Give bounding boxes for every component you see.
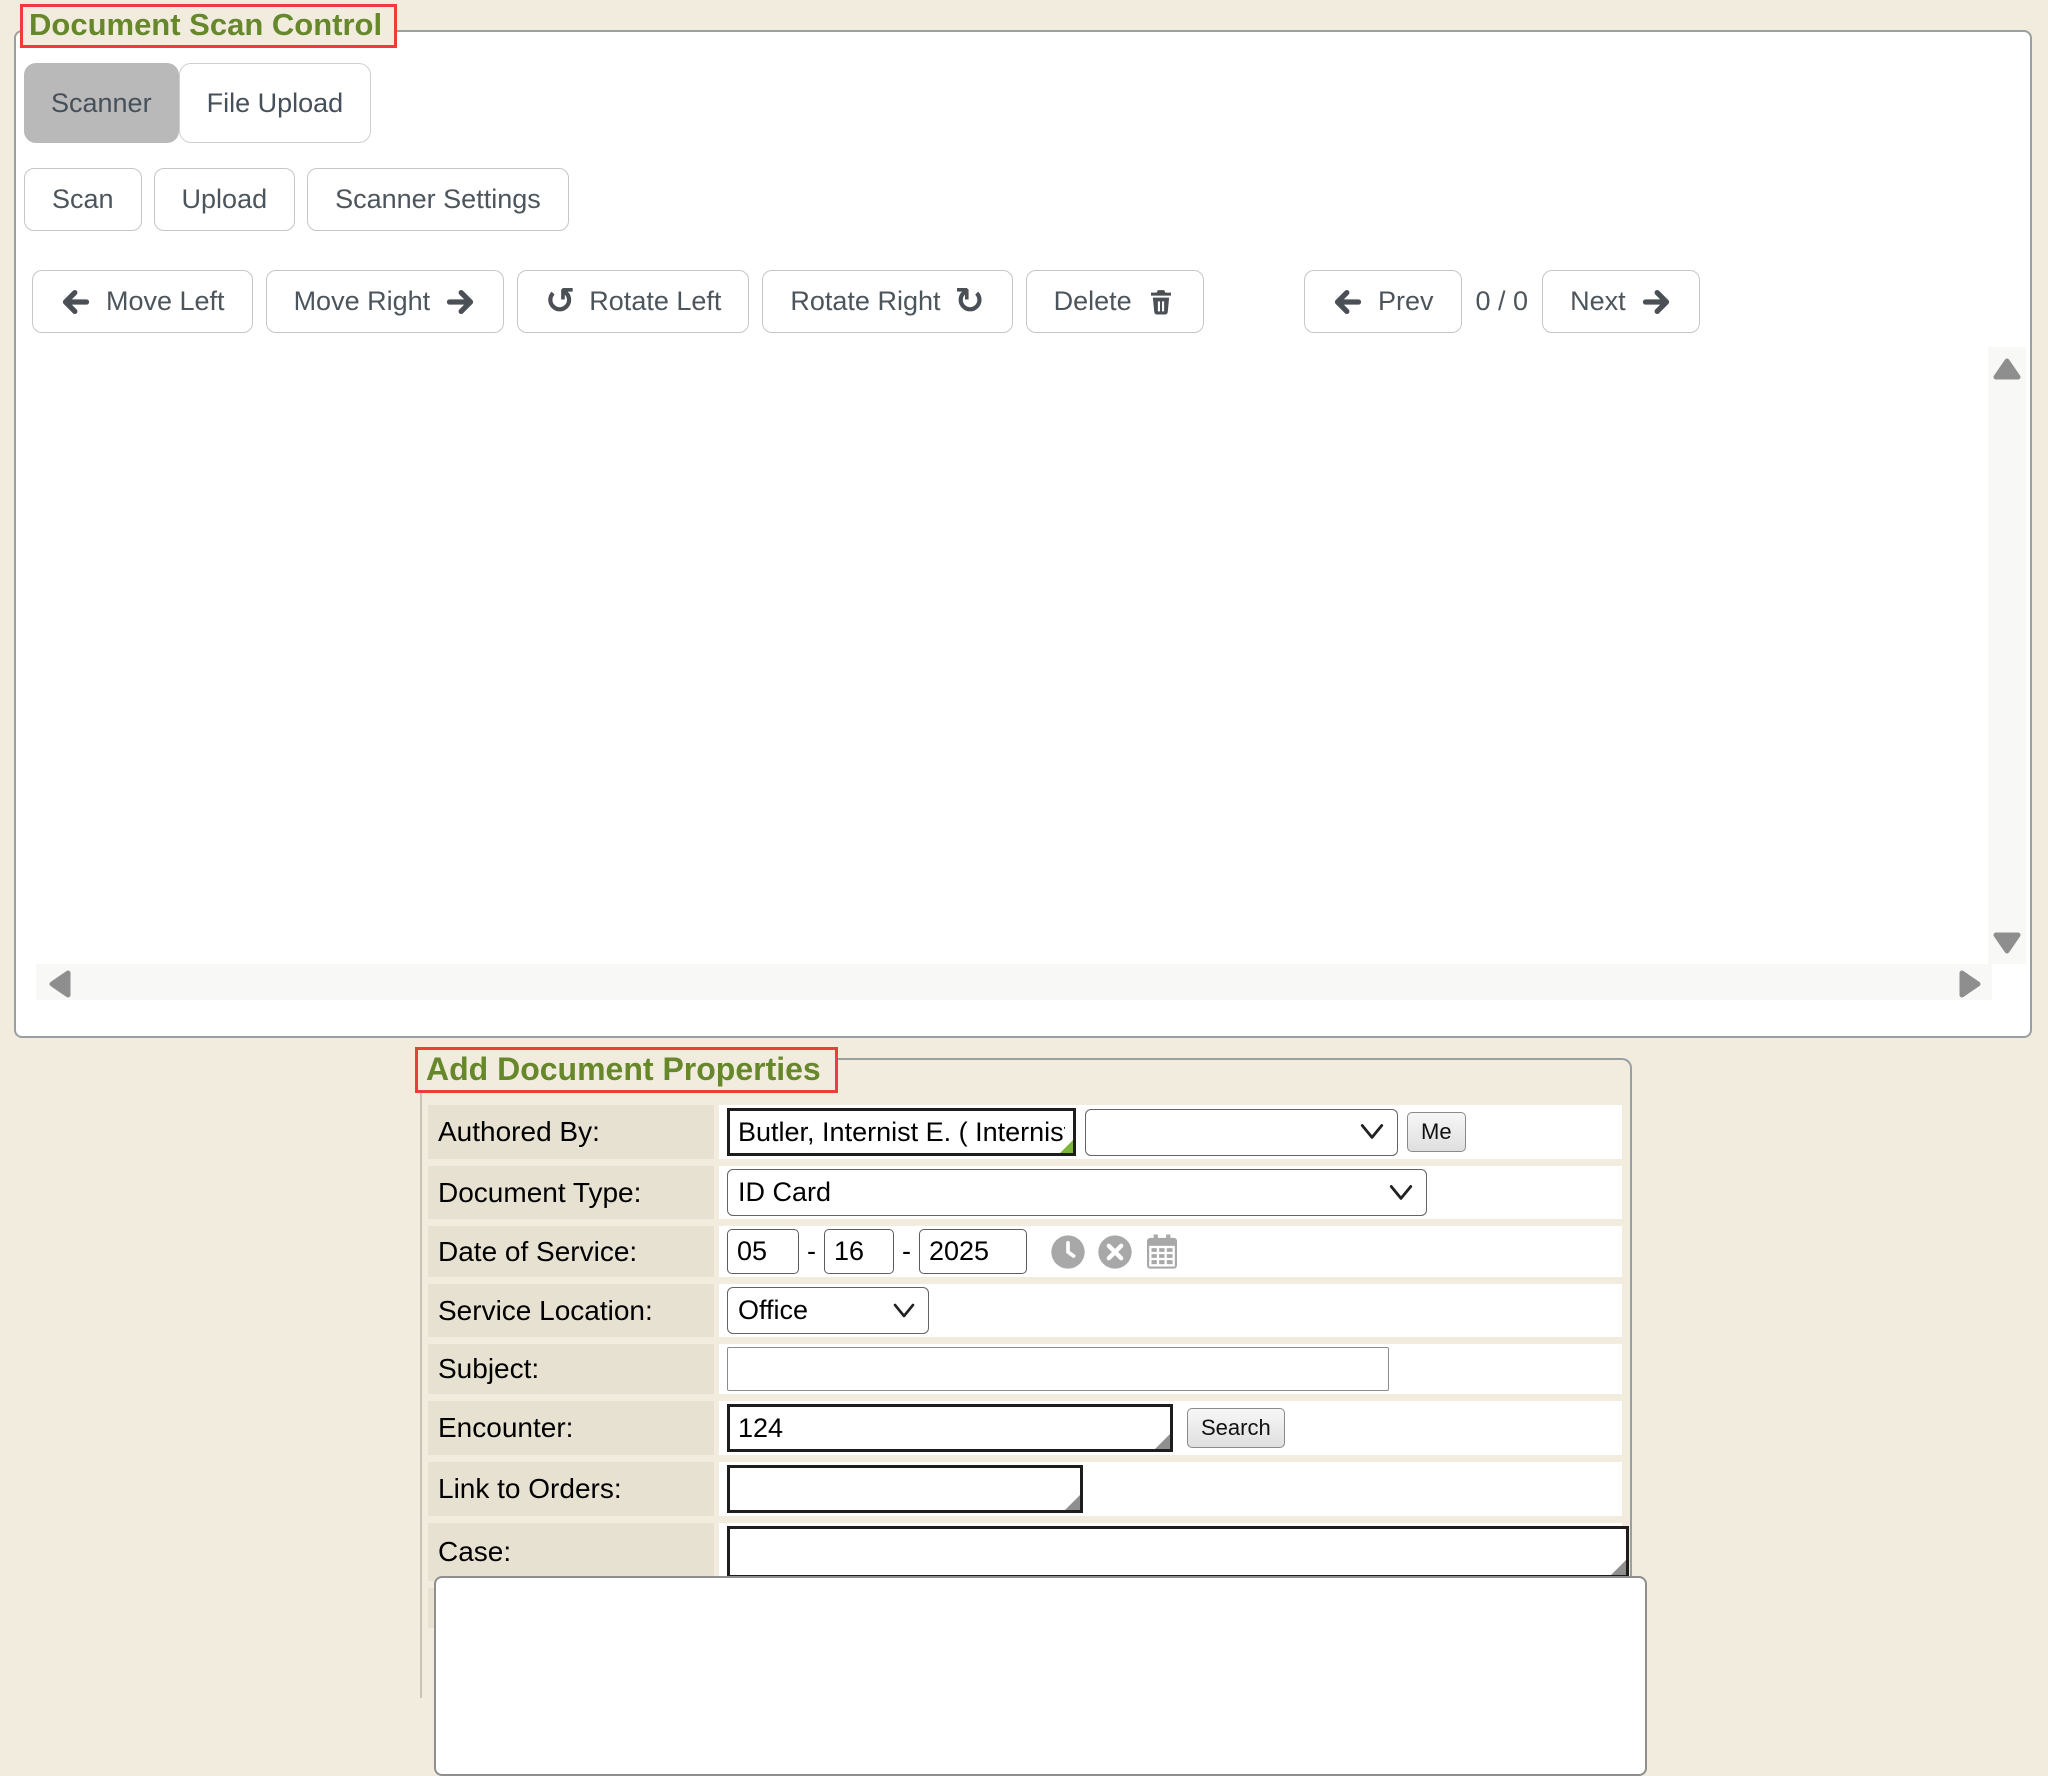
table-row-encounter: Encounter: Search bbox=[428, 1401, 1622, 1455]
scan-action-buttons: Scan Upload Scanner Settings bbox=[24, 168, 569, 231]
encounter-input[interactable] bbox=[730, 1407, 1170, 1449]
move-left-button[interactable]: Move Left bbox=[32, 270, 253, 333]
scanner-settings-button[interactable]: Scanner Settings bbox=[307, 168, 569, 231]
vertical-scrollbar[interactable] bbox=[1988, 347, 2026, 964]
date-of-service-label: Date of Service: bbox=[428, 1226, 714, 1277]
service-location-label: Service Location: bbox=[428, 1284, 714, 1337]
resize-grip-icon[interactable] bbox=[1155, 1434, 1170, 1449]
service-location-select[interactable]: Office bbox=[727, 1287, 929, 1334]
rotate-right-button[interactable]: Rotate Right ↻ bbox=[762, 270, 1012, 333]
calendar-icon[interactable] bbox=[1142, 1232, 1182, 1272]
move-left-label: Move Left bbox=[106, 286, 225, 317]
authored-by-select[interactable] bbox=[1085, 1109, 1398, 1156]
table-row-service-location: Service Location: Office bbox=[428, 1284, 1622, 1337]
table-row-document-type: Document Type: ID Card bbox=[428, 1166, 1622, 1219]
subject-label: Subject: bbox=[428, 1344, 714, 1394]
chevron-down-icon bbox=[892, 1303, 916, 1319]
next-label: Next bbox=[1570, 286, 1626, 317]
scan-control-legend-text: Document Scan Control bbox=[29, 7, 382, 43]
document-type-value: ID Card bbox=[738, 1177, 831, 1208]
rotate-left-label: Rotate Left bbox=[589, 286, 721, 317]
scanner-settings-label: Scanner Settings bbox=[335, 184, 541, 215]
link-to-orders-input[interactable] bbox=[730, 1468, 1080, 1510]
table-row-link-to-orders: Link to Orders: bbox=[428, 1462, 1622, 1516]
document-type-select[interactable]: ID Card bbox=[727, 1169, 1427, 1216]
table-row-date-of-service: Date of Service: - - bbox=[428, 1226, 1622, 1277]
prev-button[interactable]: Prev bbox=[1304, 270, 1462, 333]
tab-scanner[interactable]: Scanner bbox=[24, 63, 179, 143]
move-right-label: Move Right bbox=[294, 286, 431, 317]
arrow-right-icon bbox=[1640, 288, 1672, 316]
chevron-down-icon bbox=[1388, 1184, 1414, 1202]
document-scan-page: { "colors": { "page_bg": "#f2ecdf", "leg… bbox=[0, 0, 2048, 1649]
tab-scanner-label: Scanner bbox=[51, 88, 152, 119]
scan-button[interactable]: Scan bbox=[24, 168, 142, 231]
scan-button-label: Scan bbox=[52, 184, 114, 215]
tab-file-upload-label: File Upload bbox=[207, 88, 344, 119]
arrow-left-icon bbox=[1332, 288, 1364, 316]
table-row-subject: Subject: bbox=[428, 1344, 1622, 1394]
scroll-down-icon[interactable] bbox=[1993, 931, 2021, 960]
clear-date-icon[interactable] bbox=[1095, 1232, 1135, 1272]
arrow-right-icon bbox=[444, 288, 476, 316]
authored-by-label: Authored By: bbox=[428, 1105, 714, 1159]
date-day-input[interactable] bbox=[824, 1229, 894, 1274]
me-button[interactable]: Me bbox=[1407, 1112, 1466, 1152]
authored-by-input[interactable] bbox=[730, 1111, 1073, 1153]
clock-icon[interactable] bbox=[1048, 1232, 1088, 1272]
resize-grip-icon[interactable] bbox=[1065, 1495, 1080, 1510]
scroll-left-icon[interactable] bbox=[48, 970, 72, 1003]
add-document-properties-legend-text: Add Document Properties bbox=[426, 1051, 821, 1088]
rotate-left-icon: ↺ bbox=[545, 284, 575, 320]
document-properties-table: Authored By: Me D bbox=[423, 1098, 1627, 1635]
trash-icon bbox=[1146, 287, 1176, 317]
chevron-down-icon bbox=[1359, 1123, 1385, 1141]
next-button[interactable]: Next bbox=[1542, 270, 1700, 333]
upload-button-label: Upload bbox=[182, 184, 268, 215]
service-location-value: Office bbox=[738, 1295, 808, 1326]
date-separator: - bbox=[806, 1236, 817, 1267]
delete-label: Delete bbox=[1054, 286, 1132, 317]
link-to-orders-field-wrap bbox=[727, 1465, 1083, 1513]
date-month-input[interactable] bbox=[727, 1229, 799, 1274]
scroll-right-icon[interactable] bbox=[1958, 970, 1982, 1003]
encounter-search-button[interactable]: Search bbox=[1187, 1408, 1285, 1448]
table-row-case: Case: bbox=[428, 1523, 1622, 1581]
scan-tabs: Scanner File Upload bbox=[24, 63, 371, 143]
date-year-input[interactable] bbox=[919, 1229, 1027, 1274]
link-to-orders-label: Link to Orders: bbox=[428, 1462, 714, 1516]
authored-by-field-wrap bbox=[727, 1108, 1076, 1156]
case-field-wrap bbox=[727, 1526, 1629, 1578]
table-row-authored-by: Authored By: Me bbox=[428, 1105, 1622, 1159]
case-input[interactable] bbox=[730, 1529, 1626, 1575]
rotate-right-label: Rotate Right bbox=[790, 286, 940, 317]
subject-input[interactable] bbox=[727, 1347, 1389, 1391]
rotate-right-icon: ↻ bbox=[954, 284, 984, 320]
add-document-properties-legend: Add Document Properties bbox=[415, 1047, 838, 1093]
date-separator: - bbox=[901, 1236, 912, 1267]
move-right-button[interactable]: Move Right bbox=[266, 270, 505, 333]
encounter-field-wrap bbox=[727, 1404, 1173, 1452]
rotate-left-button[interactable]: ↺ Rotate Left bbox=[517, 270, 749, 333]
upload-button[interactable]: Upload bbox=[154, 168, 296, 231]
case-label: Case: bbox=[428, 1523, 714, 1581]
arrow-left-icon bbox=[60, 288, 92, 316]
document-notes-textarea[interactable] bbox=[434, 1576, 1647, 1776]
horizontal-scrollbar[interactable] bbox=[36, 964, 1992, 1000]
encounter-label: Encounter: bbox=[428, 1401, 714, 1455]
resize-grip-icon[interactable] bbox=[1060, 1140, 1073, 1153]
page-navigation: Prev 0 / 0 Next bbox=[1304, 270, 1700, 333]
resize-grip-icon[interactable] bbox=[1611, 1560, 1626, 1575]
document-properties-panel: Authored By: Me D bbox=[420, 1058, 1632, 1698]
scan-control-panel: Scanner File Upload Scan Upload Scanner … bbox=[14, 30, 2032, 1038]
image-toolbar: Move Left Move Right ↺ Rotate Left Rotat… bbox=[32, 270, 1204, 333]
scan-control-legend: Document Scan Control bbox=[20, 4, 397, 48]
document-type-label: Document Type: bbox=[428, 1166, 714, 1219]
page-counter: 0 / 0 bbox=[1474, 286, 1531, 317]
scroll-up-icon[interactable] bbox=[1993, 357, 2021, 386]
prev-label: Prev bbox=[1378, 286, 1434, 317]
tab-file-upload[interactable]: File Upload bbox=[179, 63, 372, 143]
delete-button[interactable]: Delete bbox=[1026, 270, 1204, 333]
